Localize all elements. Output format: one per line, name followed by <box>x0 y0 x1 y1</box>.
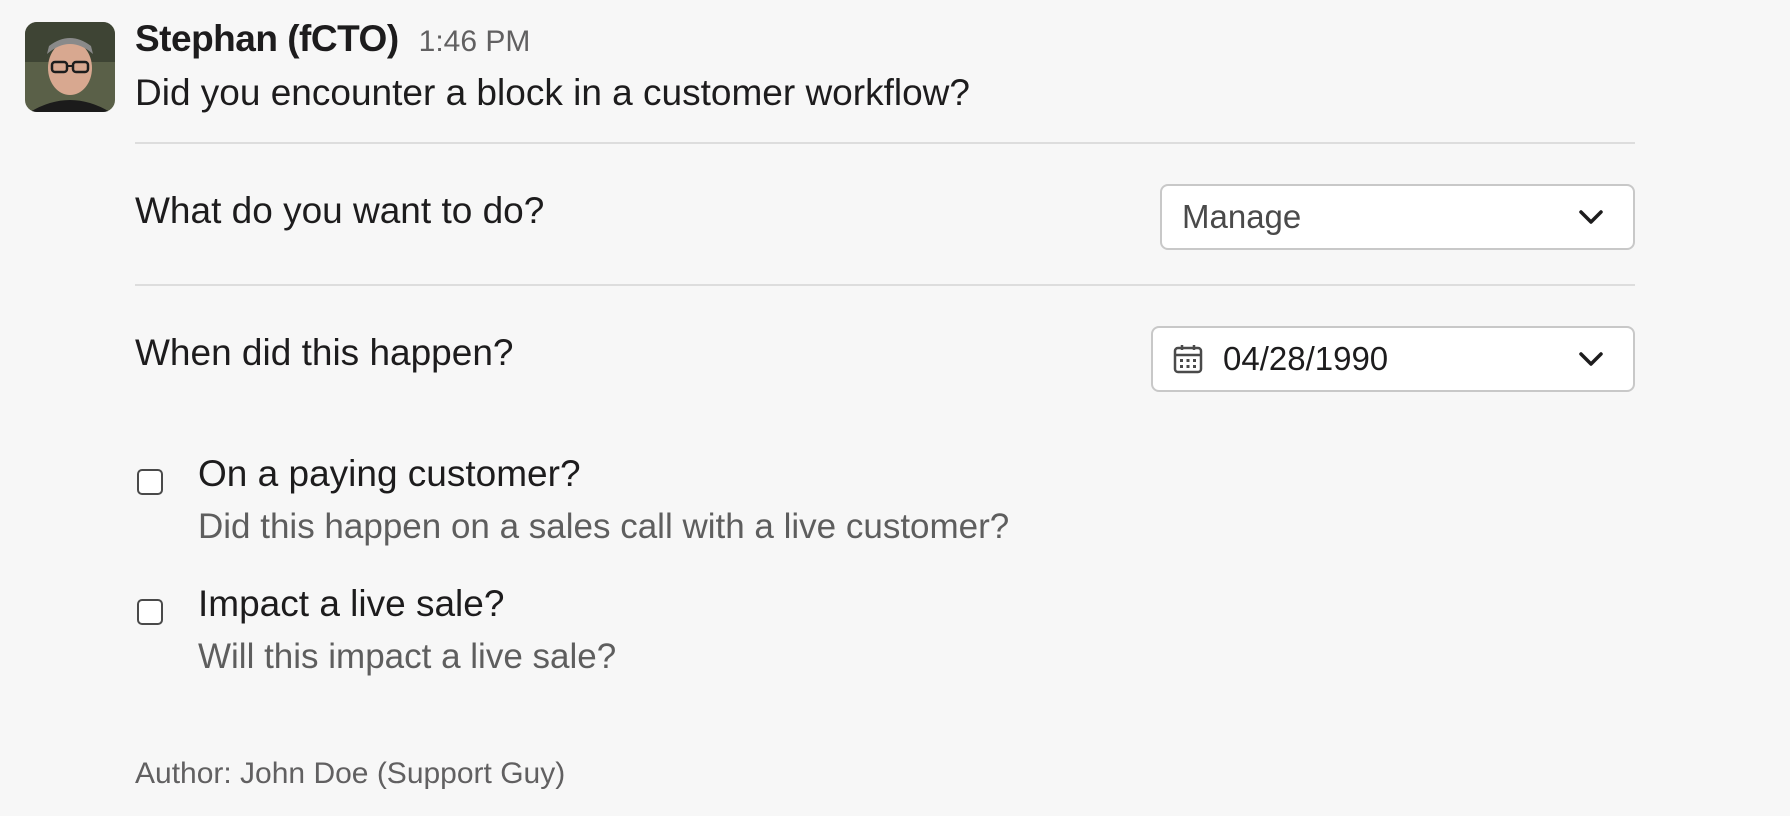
checkbox-description: Will this impact a live sale? <box>198 637 617 676</box>
checkbox-label[interactable]: Impact a live sale? <box>198 583 504 625</box>
timestamp[interactable]: 1:46 PM <box>419 25 531 59</box>
date-value: 04/28/1990 <box>1223 340 1389 377</box>
message-header: Stephan (fCTO) 1:46 PM <box>135 18 530 60</box>
date-picker[interactable]: 04/28/1990 <box>1151 326 1635 392</box>
divider <box>135 142 1635 144</box>
message-text: Did you encounter a block in a customer … <box>135 72 970 113</box>
avatar[interactable] <box>25 22 115 112</box>
action-select[interactable]: Manage <box>1160 184 1635 250</box>
chevron-down-icon <box>1579 210 1603 224</box>
action-label: What do you want to do? <box>135 190 545 231</box>
checkbox-description: Did this happen on a sales call with a l… <box>198 507 1010 546</box>
action-select-value: Manage <box>1182 198 1302 235</box>
calendar-icon <box>1173 345 1203 374</box>
divider <box>135 284 1635 286</box>
checkbox[interactable] <box>137 599 163 625</box>
date-label: When did this happen? <box>135 332 514 373</box>
checkbox-label[interactable]: On a paying customer? <box>198 453 581 495</box>
chevron-down-icon <box>1579 352 1603 366</box>
message: Stephan (fCTO) 1:46 PM Did you encounter… <box>0 0 1790 816</box>
sender-name[interactable]: Stephan (fCTO) <box>135 18 399 60</box>
author-context: Author: John Doe (Support Guy) <box>135 757 566 790</box>
checkbox[interactable] <box>137 469 163 495</box>
